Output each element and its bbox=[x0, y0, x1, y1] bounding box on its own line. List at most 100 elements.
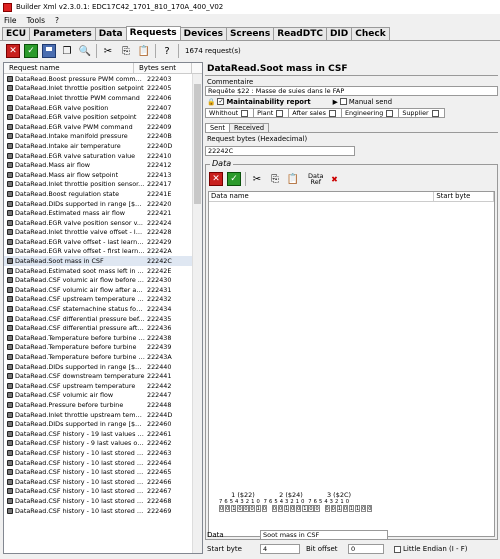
list-item[interactable]: DataRead.Boost regulation state 22241E bbox=[4, 189, 202, 199]
list-item[interactable]: DataRead.EGR valve saturation value 22241… bbox=[4, 151, 202, 161]
list-item[interactable]: DataRead.CSF differential pressure bef..… bbox=[4, 314, 202, 324]
scroll-thumb[interactable] bbox=[194, 84, 201, 204]
manual-send-checkbox[interactable] bbox=[339, 98, 347, 105]
bit-cell[interactable]: 1 bbox=[336, 505, 342, 512]
tab-ecu[interactable]: ECU bbox=[2, 27, 31, 40]
bit-cell[interactable]: 0 bbox=[225, 505, 231, 512]
bit-cell[interactable]: 0 bbox=[330, 505, 336, 512]
bit-cell[interactable]: 0 bbox=[308, 505, 314, 512]
list-item[interactable]: DataRead.CSF statemachine status for ...… bbox=[4, 304, 202, 314]
list-item[interactable]: DataRead.Estimated mass air flow 222421 bbox=[4, 208, 202, 218]
list-item[interactable]: DataRead.Intake air temperature 22240D bbox=[4, 141, 202, 151]
cat-after-sales[interactable]: After sales bbox=[288, 108, 342, 118]
bit-cell[interactable]: 1 bbox=[302, 505, 308, 512]
list-item[interactable]: DataRead.Temperature before turbine s...… bbox=[4, 352, 202, 362]
delete-icon[interactable]: ✕ bbox=[6, 44, 20, 58]
tab-screens[interactable]: Screens bbox=[225, 27, 275, 40]
list-item[interactable]: DataRead.Inlet throttle valve offset - l… bbox=[4, 228, 202, 238]
list-item[interactable]: DataRead.Mass air flow setpoint 222413 bbox=[4, 170, 202, 180]
cat-plant[interactable]: Plant bbox=[253, 108, 290, 118]
bit-cell[interactable]: 1 bbox=[255, 505, 261, 512]
bit-cell[interactable]: 0 bbox=[243, 505, 249, 512]
list-item[interactable]: DataRead.EGR valve offset - first learni… bbox=[4, 247, 202, 257]
tab-check[interactable]: Check bbox=[351, 27, 390, 40]
column-start-byte[interactable]: Start byte bbox=[434, 192, 494, 201]
list-item[interactable]: DataRead.DIDs supported in range [$2... 2… bbox=[4, 362, 202, 372]
list-item[interactable]: DataRead.EGR valve offset - last learni.… bbox=[4, 237, 202, 247]
save-icon[interactable] bbox=[42, 44, 56, 58]
copy-icon[interactable]: ❐ bbox=[60, 44, 74, 58]
menu-tools[interactable]: Tools bbox=[27, 16, 45, 25]
data-validate-icon[interactable]: ✓ bbox=[227, 172, 241, 186]
data-delete-icon[interactable]: ✕ bbox=[209, 172, 223, 186]
cat-checkbox[interactable] bbox=[431, 109, 439, 117]
menu-help[interactable]: ? bbox=[55, 16, 59, 25]
tab-sent[interactable]: Sent bbox=[205, 123, 231, 132]
help-icon[interactable]: ? bbox=[160, 44, 174, 58]
list-item[interactable]: DataRead.Pressure before turbine 222448 bbox=[4, 400, 202, 410]
column-request-name[interactable]: Request name bbox=[4, 63, 134, 73]
data-field[interactable]: Soot mass in CSF bbox=[260, 530, 388, 540]
list-item[interactable]: DataRead.CSF upstream temperature s... 22… bbox=[4, 295, 202, 305]
bit-cell[interactable]: 0 bbox=[314, 505, 320, 512]
tab-requests[interactable]: Requests bbox=[125, 26, 181, 40]
bit-cell[interactable]: 0 bbox=[249, 505, 255, 512]
tab-parameters[interactable]: Parameters bbox=[29, 27, 96, 40]
list-item[interactable]: DataRead.EGR valve PWM command 222409 bbox=[4, 122, 202, 132]
list-item[interactable]: DataRead.Temperature before turbine s...… bbox=[4, 333, 202, 343]
list-item[interactable]: DataRead.DIDs supported in range [$2... 2… bbox=[4, 199, 202, 209]
list-item[interactable]: DataRead.CSF volumic air flow before ...… bbox=[4, 275, 202, 285]
cat-whithout[interactable]: Whithout bbox=[205, 108, 255, 118]
bit-cell[interactable]: 1 bbox=[354, 505, 361, 512]
menu-file[interactable]: File bbox=[4, 16, 17, 25]
data-ref-delete-icon[interactable]: ✖ bbox=[328, 172, 342, 186]
list-item[interactable]: DataRead.EGR valve position 222407 bbox=[4, 103, 202, 113]
column-bytes-sent[interactable]: Bytes sent bbox=[134, 63, 192, 73]
bit-cell[interactable]: 1 bbox=[283, 505, 290, 512]
list-item[interactable]: DataRead.Intake manifold pressure 22240B bbox=[4, 132, 202, 142]
list-item[interactable]: DataRead.EGR valve position sensor v... 2… bbox=[4, 218, 202, 228]
list-item[interactable]: DataRead.CSF history - 10 last stored v.… bbox=[4, 487, 202, 497]
start-byte-field[interactable]: 4 bbox=[260, 544, 300, 554]
list-item[interactable]: DataRead.Soot mass in CSF 22242C bbox=[4, 256, 202, 266]
list-item[interactable]: DataRead.Inlet throttle position setpoin… bbox=[4, 84, 202, 94]
list-item[interactable]: DataRead.CSF history - 10 last stored v.… bbox=[4, 458, 202, 468]
bit-cell[interactable]: 0 bbox=[271, 505, 278, 512]
tab-devices[interactable]: Devices bbox=[179, 27, 227, 40]
column-data-name[interactable]: Data name bbox=[209, 192, 435, 201]
data-cut-icon[interactable]: ✂ bbox=[250, 172, 264, 186]
list-item[interactable]: DataRead.Inlet throttle PWM command 22240… bbox=[4, 93, 202, 103]
list-item[interactable]: DataRead.CSF differential pressure afte.… bbox=[4, 323, 202, 333]
bit-cell[interactable]: 0 bbox=[342, 505, 349, 512]
list-item[interactable]: DataRead.CSF history - 10 last stored v.… bbox=[4, 477, 202, 487]
bit-cell[interactable]: 0 bbox=[361, 505, 367, 512]
bit-cell[interactable]: 1 bbox=[231, 505, 237, 512]
bit-cell[interactable]: 0 bbox=[367, 505, 373, 512]
bit-offset-field[interactable]: 0 bbox=[348, 544, 384, 554]
bit-cell[interactable]: 0 bbox=[324, 505, 330, 512]
tab-data[interactable]: Data bbox=[94, 27, 127, 40]
comment-field[interactable]: Requête $22 : Masse de suies dans le FAP bbox=[205, 86, 498, 96]
tab-readdtc[interactable]: ReadDTC bbox=[273, 27, 327, 40]
list-item[interactable]: DataRead.CSF history - 10 last stored v.… bbox=[4, 496, 202, 506]
cat-checkbox[interactable] bbox=[328, 109, 336, 117]
maintainability-checkbox[interactable]: ✓ bbox=[217, 98, 225, 105]
bit-cell[interactable]: 0 bbox=[237, 505, 243, 512]
list-scrollbar[interactable] bbox=[192, 74, 202, 553]
bit-cell[interactable]: 0 bbox=[296, 505, 302, 512]
tab-received[interactable]: Received bbox=[229, 123, 270, 132]
cat-checkbox[interactable] bbox=[386, 109, 394, 117]
list-item[interactable]: DataRead.CSF history - 10 last stored v.… bbox=[4, 467, 202, 477]
tab-did[interactable]: DID bbox=[325, 27, 353, 40]
bit-cell[interactable]: 1 bbox=[348, 505, 355, 512]
list-item[interactable]: DataRead.CSF upstream temperature 222442 bbox=[4, 381, 202, 391]
list-item[interactable]: DataRead.Estimated soot mass left in C..… bbox=[4, 266, 202, 276]
request-bytes-field[interactable]: 22242C bbox=[205, 146, 355, 156]
list-item[interactable]: DataRead.Inlet throttle upstream temper.… bbox=[4, 410, 202, 420]
bit-cell[interactable]: 0 bbox=[277, 505, 284, 512]
cat-checkbox[interactable] bbox=[276, 109, 284, 117]
list-item[interactable]: DataRead.CSF history - 10 last stored v.… bbox=[4, 448, 202, 458]
data-copy-icon[interactable]: ⎘ bbox=[268, 172, 282, 186]
list-item[interactable]: DataRead.Boost pressure PWM comm... 22240… bbox=[4, 74, 202, 84]
copy2-icon[interactable]: ⎘ bbox=[119, 44, 133, 58]
